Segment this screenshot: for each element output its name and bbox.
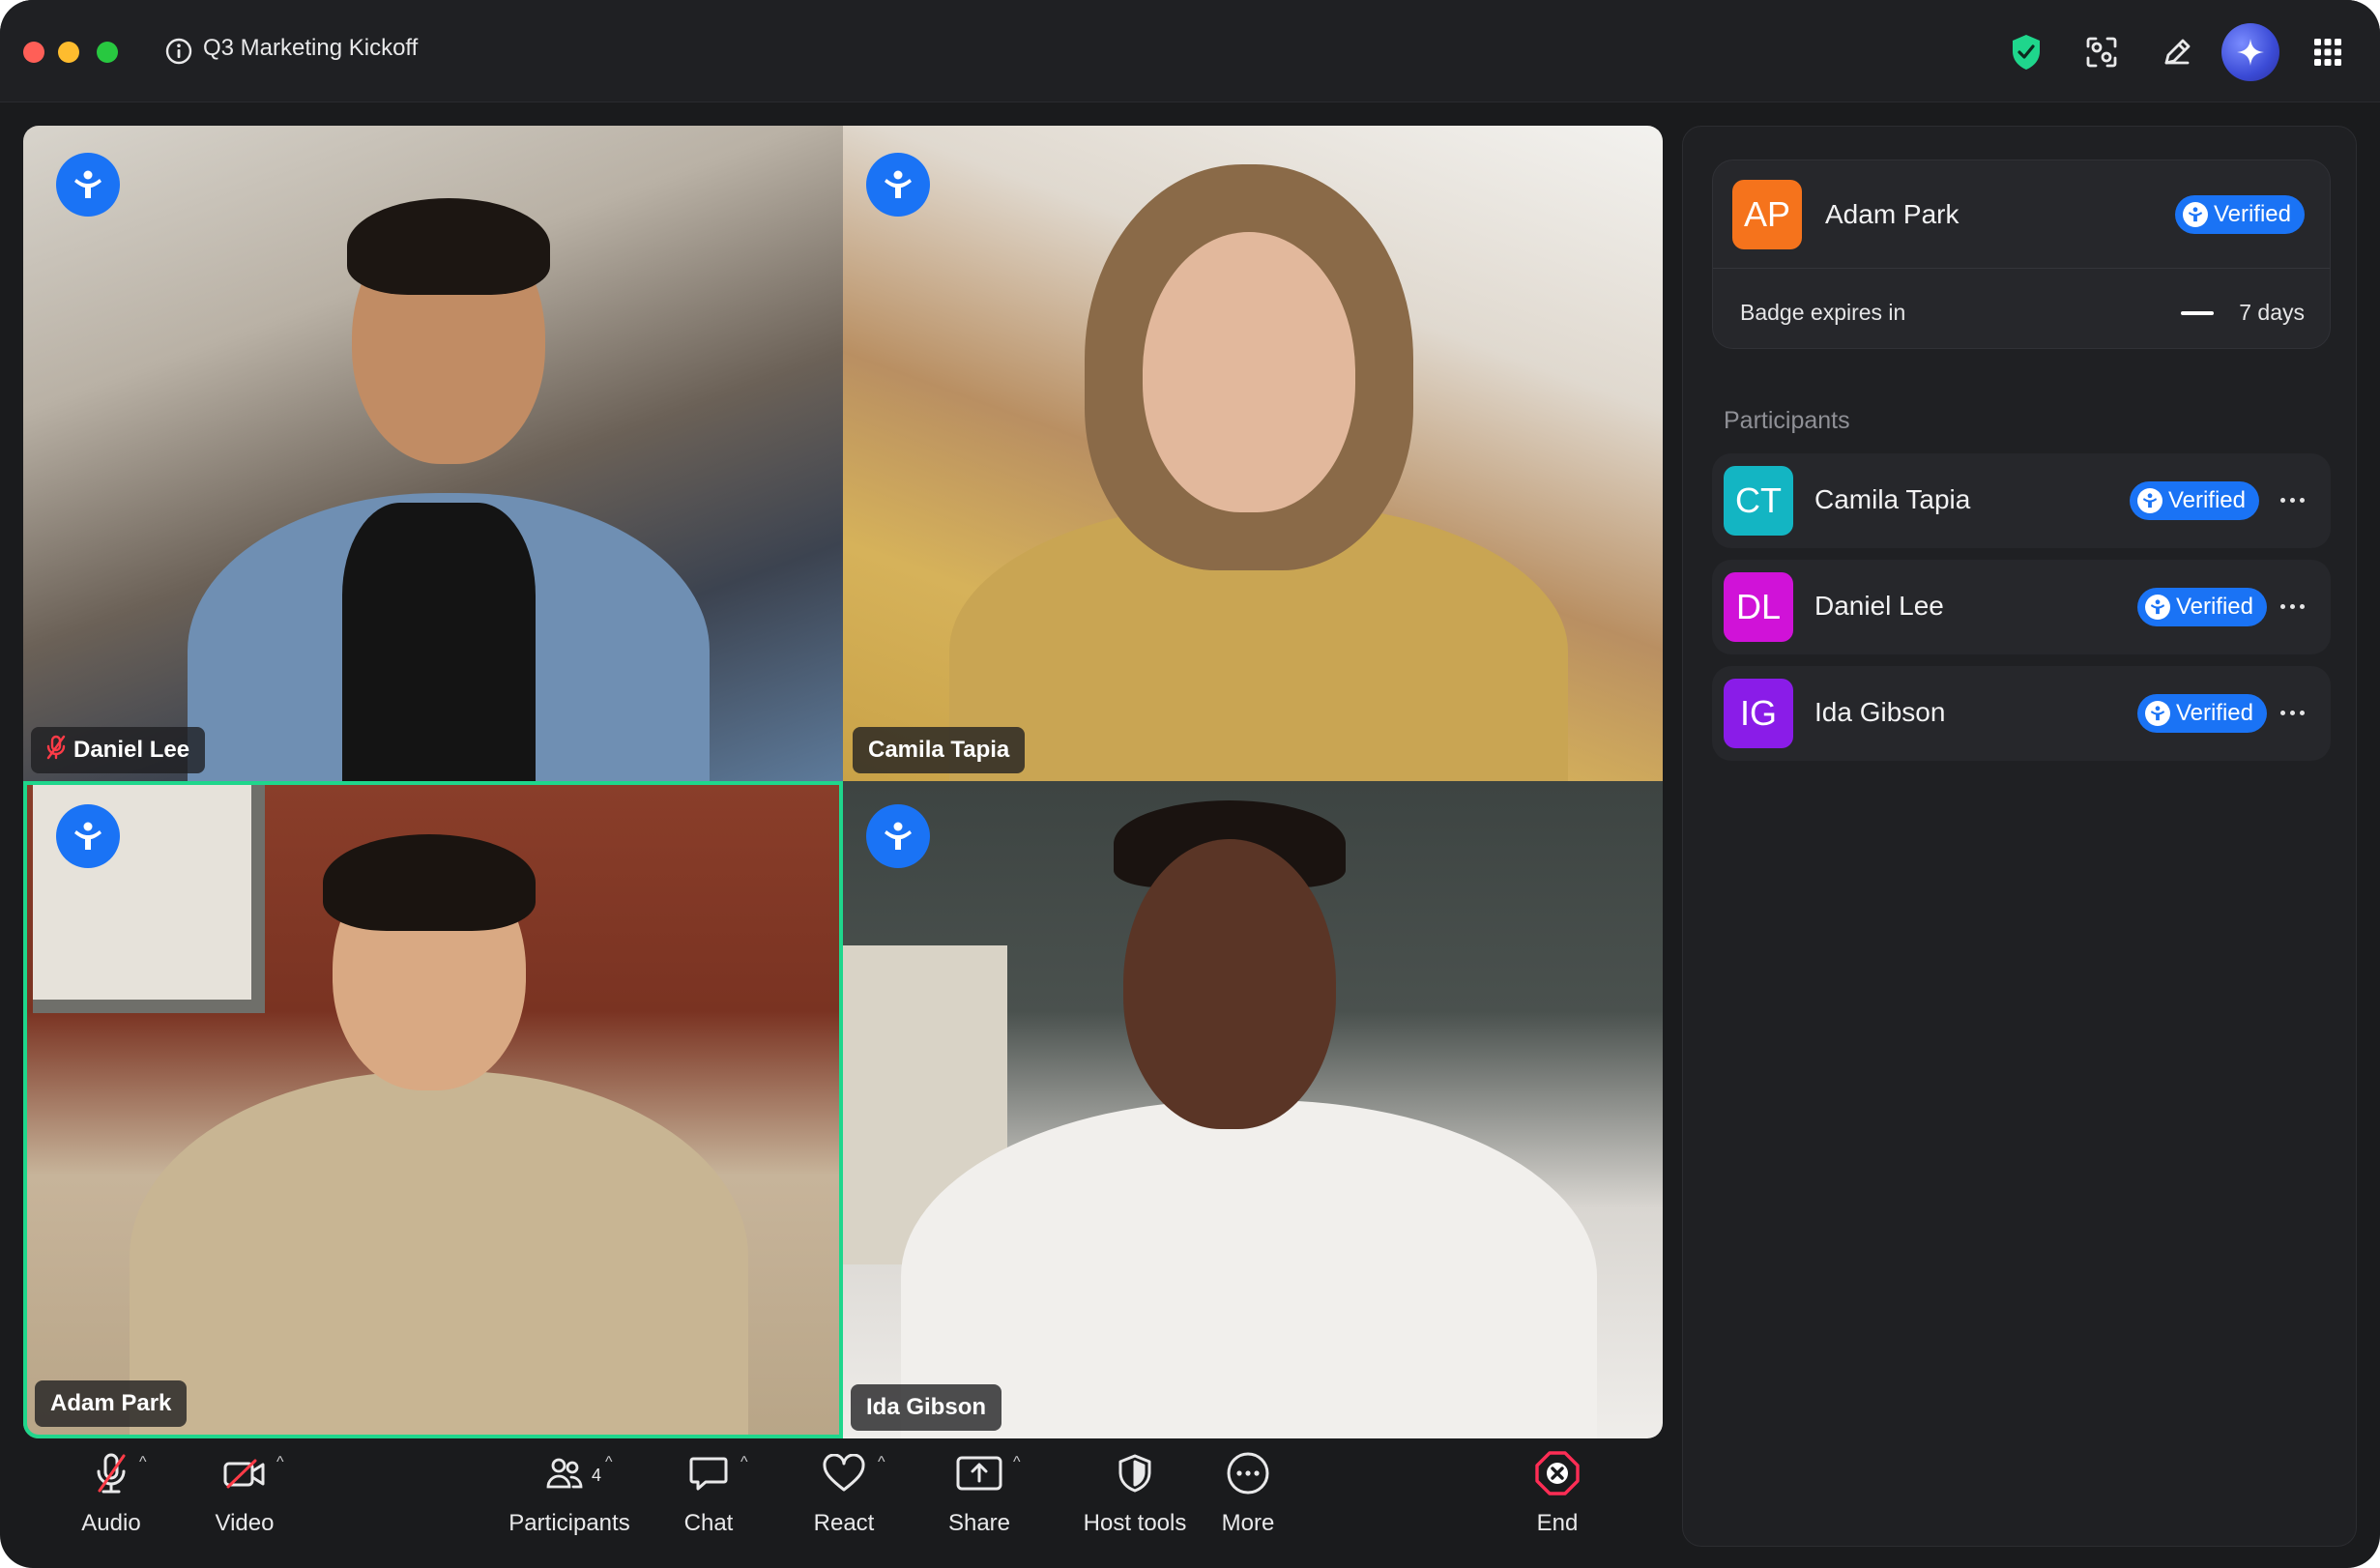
participant-row-ida-gibson[interactable]: IG Ida Gibson Verified [1712,666,2331,761]
video-tile-daniel-lee[interactable]: Daniel Lee [23,126,843,781]
heart-icon [822,1453,866,1497]
badge-expiry-bar [2181,311,2214,315]
avatar: DL [1724,572,1793,642]
badge-expiry-value: 7 days [2239,300,2305,325]
share-button[interactable]: ^ Share [936,1448,1023,1554]
chat-bubble-icon [688,1454,729,1497]
title-bar: Q3 Marketing Kickoff [0,0,2380,102]
participant-name: Ida Gibson [1814,697,1946,727]
video-options-caret-icon[interactable]: ^ [276,1454,284,1471]
participant-name: Daniel Lee [1814,591,1944,621]
video-tile-ida-gibson[interactable]: Ida Gibson [843,781,1663,1438]
avatar: IG [1724,679,1793,748]
verified-check-icon [2144,595,2170,620]
audio-options-caret-icon[interactable]: ^ [139,1454,147,1471]
focus-scan-icon[interactable] [2076,27,2127,77]
mic-off-icon [46,735,66,767]
participants-button[interactable]: 4 ^ Participants [497,1448,642,1554]
participant-name: Camila Tapia [868,737,1010,763]
avatar: AP [1732,180,1802,249]
participant-row-camila-tapia[interactable]: CT Camila Tapia Verified [1712,453,2331,548]
audio-button[interactable]: ^ Audio [68,1448,155,1554]
more-circle-icon [1226,1451,1270,1500]
end-call-icon [1534,1450,1581,1501]
verified-logo-icon [866,804,930,868]
close-window-button[interactable] [23,42,44,63]
meeting-title: Q3 Marketing Kickoff [203,35,419,61]
my-identity-row: AP Adam Park Verified [1713,160,2330,269]
verified-label: Verified [2167,487,2246,513]
name-tag: Adam Park [35,1380,188,1427]
verified-check-icon [2144,701,2170,726]
participants-label: Participants [508,1510,630,1536]
react-options-caret-icon[interactable]: ^ [878,1454,885,1471]
verified-badge[interactable]: Verified [2136,694,2267,733]
verified-badge[interactable]: Verified [2136,588,2267,626]
video-label: Video [215,1510,275,1536]
more-options-icon[interactable] [2273,486,2311,513]
verified-badge[interactable]: Verified [2174,195,2305,234]
participant-row-daniel-lee[interactable]: DL Daniel Lee Verified [1712,560,2331,654]
more-options-icon[interactable] [2273,593,2311,620]
participants-sidebar: AP Adam Park Verified Badge expires in 7… [1682,126,2357,1547]
camera-off-icon [222,1457,267,1495]
verified-check-icon [2182,202,2208,227]
react-label: React [813,1510,875,1536]
video-tile-camila-tapia[interactable]: Camila Tapia [843,126,1663,781]
verified-logo-icon [56,153,120,217]
verified-label: Verified [2175,594,2253,620]
participants-count: 4 [592,1466,602,1485]
chat-button[interactable]: ^ Chat [665,1448,752,1554]
host-tools-label: Host tools [1083,1510,1187,1536]
apps-grid-icon[interactable] [2303,27,2353,77]
avatar: CT [1724,466,1793,536]
name-tag: Ida Gibson [851,1384,1002,1431]
participants-heading: Participants [1724,407,1850,434]
chat-label: Chat [683,1510,734,1536]
maximize-window-button[interactable] [97,42,118,63]
minimize-window-button[interactable] [58,42,79,63]
verified-logo-icon [56,804,120,868]
pencil-icon[interactable] [2152,27,2202,77]
more-label: More [1221,1510,1275,1536]
verified-check-icon [2136,488,2162,513]
my-identity-card: AP Adam Park Verified Badge expires in 7… [1712,160,2331,349]
end-call-button[interactable]: End [1514,1448,1601,1554]
mic-off-icon [95,1452,128,1499]
chat-options-caret-icon[interactable]: ^ [740,1454,748,1471]
verified-label: Verified [2213,201,2291,227]
participants-icon [545,1456,584,1495]
share-screen-icon [955,1454,1003,1497]
participant-name: Adam Park [50,1390,172,1416]
verified-label: Verified [2175,700,2253,726]
participant-name: Camila Tapia [1814,484,1971,514]
verified-badge[interactable]: Verified [2129,481,2259,520]
verified-logo-icon [866,153,930,217]
info-icon[interactable] [164,37,193,66]
react-button[interactable]: ^ React [800,1448,887,1554]
share-options-caret-icon[interactable]: ^ [1013,1454,1021,1471]
shield-check-icon[interactable] [2001,27,2051,77]
video-grid: Daniel Lee Camila Tapia Adam Park Ida Gi… [23,126,1663,1438]
audio-label: Audio [81,1510,141,1536]
meeting-window: Q3 Marketing Kickoff Daniel Lee Camila T… [0,0,2380,1568]
ai-sparkle-icon[interactable] [2221,23,2279,81]
host-tools-button[interactable]: Host tools [1058,1448,1212,1554]
participant-name: Ida Gibson [866,1394,987,1420]
participant-name: Daniel Lee [73,737,190,763]
video-tile-adam-park[interactable] [23,781,843,1438]
participants-options-caret-icon[interactable]: ^ [605,1454,613,1471]
video-button[interactable]: ^ Video [201,1448,288,1554]
end-label: End [1536,1510,1579,1536]
share-label: Share [947,1510,1011,1536]
name-tag: Daniel Lee [31,727,206,773]
name-tag: Camila Tapia [853,727,1026,773]
more-button[interactable]: More [1205,1448,1292,1554]
more-options-icon[interactable] [2273,699,2311,726]
my-name: Adam Park [1825,199,1959,229]
shield-icon [1117,1453,1153,1498]
meeting-toolbar: ^ Audio ^ Video 4 ^ Participants ^ Chat … [23,1448,1663,1554]
badge-expiry-label: Badge expires in [1740,300,1906,325]
